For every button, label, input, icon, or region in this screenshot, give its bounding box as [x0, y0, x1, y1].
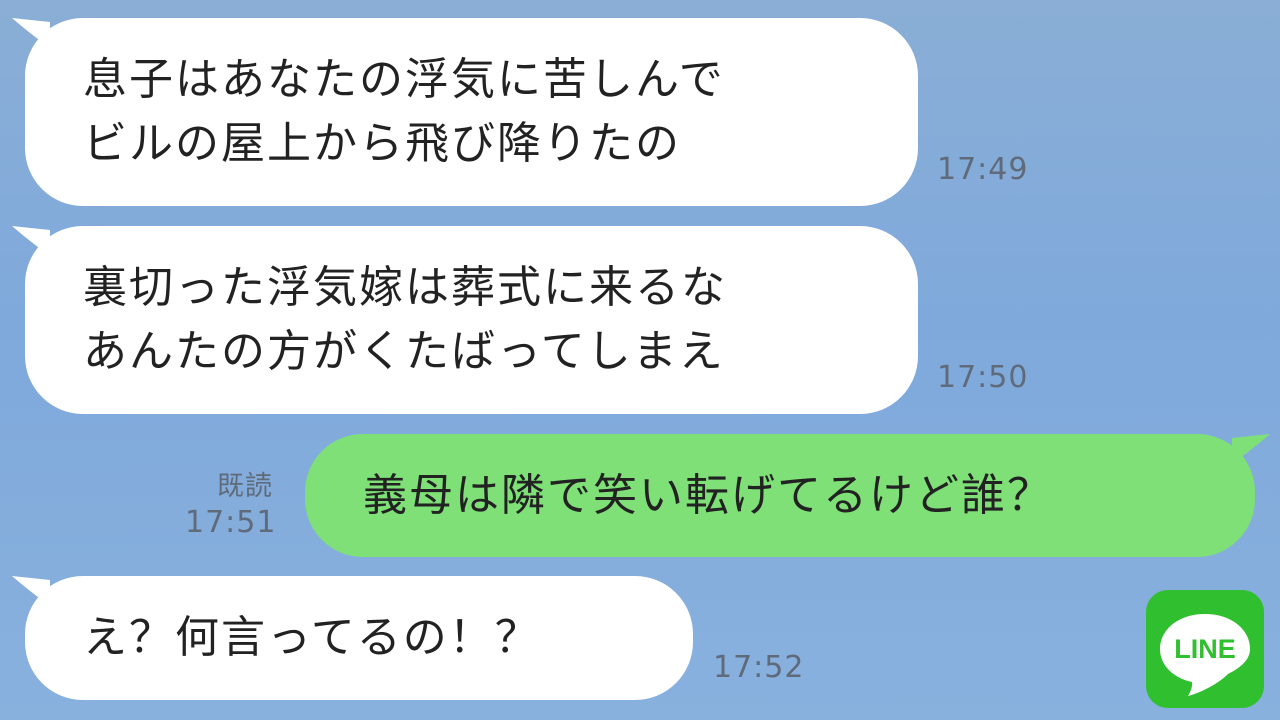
- line-logo-icon: LINE: [1146, 590, 1264, 708]
- read-receipt: 既読: [217, 471, 273, 502]
- message-text-line: え？何言ってるの！？: [83, 612, 541, 663]
- message-text-line: あんたの方がくたばってしまえ: [83, 326, 725, 377]
- bubble-tail: [1232, 434, 1270, 464]
- message-timestamp: 17:50: [937, 360, 1029, 395]
- line-logo-text: LINE: [1174, 634, 1236, 664]
- message-timestamp: 17:51: [185, 505, 277, 540]
- message-timestamp: 17:52: [713, 650, 805, 685]
- line-logo-graphic: LINE: [1160, 614, 1250, 696]
- message-text-line: ビルの屋上から飛び降りたの: [83, 118, 681, 169]
- message-text-line: 義母は隣で笑い転げてるけど誰？: [363, 469, 1053, 521]
- message-text-line: 息子はあなたの浮気に苦しんで: [83, 54, 725, 105]
- message-bubble-incoming[interactable]: 息子はあなたの浮気に苦しんで ビルの屋上から飛び降りたの: [25, 18, 918, 206]
- message-bubble-incoming[interactable]: え？何言ってるの！？: [25, 576, 693, 700]
- message-text-line: 裏切った浮気嫁は葬式に来るな: [83, 262, 727, 313]
- message-bubble-incoming[interactable]: 裏切った浮気嫁は葬式に来るな あんたの方がくたばってしまえ: [25, 226, 918, 414]
- message-bubble-outgoing[interactable]: 義母は隣で笑い転げてるけど誰？: [305, 434, 1255, 557]
- message-timestamp: 17:49: [937, 152, 1029, 187]
